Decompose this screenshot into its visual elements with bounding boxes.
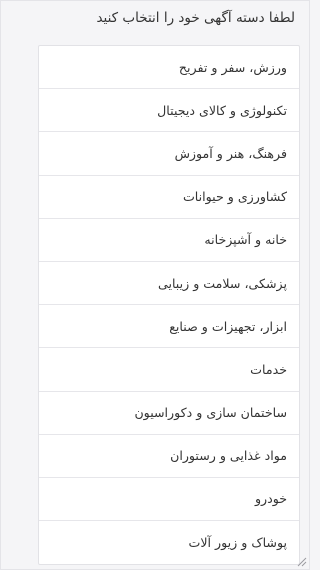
category-label: خانه و آشپزخانه bbox=[204, 232, 287, 248]
page-title: لطفا دسته آگهی خود را انتخاب کنید bbox=[96, 10, 295, 26]
category-item-medical-health-beauty[interactable]: پزشکی، سلامت و زیبایی bbox=[39, 262, 299, 306]
category-label: فرهنگ، هنر و آموزش bbox=[174, 145, 287, 161]
category-item-home-kitchen[interactable]: خانه و آشپزخانه bbox=[39, 219, 299, 262]
category-item-food-restaurant[interactable]: مواد غذایی و رستوران bbox=[39, 435, 299, 478]
category-label: کشاورزی و حیوانات bbox=[182, 189, 287, 205]
category-item-culture-art-education[interactable]: فرهنگ، هنر و آموزش bbox=[39, 132, 299, 176]
category-label: ساختمان سازی و دکوراسیون bbox=[134, 405, 287, 421]
category-item-services[interactable]: خدمات bbox=[39, 348, 299, 392]
category-label: ورزش، سفر و تفریح bbox=[178, 59, 287, 75]
category-item-technology[interactable]: تکنولوژی و کالای دیجیتال bbox=[39, 89, 299, 133]
category-label: خدمات bbox=[250, 361, 287, 377]
category-label: تکنولوژی و کالای دیجیتال bbox=[157, 102, 287, 118]
category-label: پوشاک و زیور آلات bbox=[188, 535, 287, 551]
category-label: ابزار، تجهیزات و صنایع bbox=[169, 318, 287, 334]
category-item-sports-travel[interactable]: ورزش، سفر و تفریح bbox=[39, 46, 299, 90]
category-item-clothing-jewelry[interactable]: پوشاک و زیور آلات bbox=[39, 521, 299, 564]
category-label: مواد غذایی و رستوران bbox=[170, 448, 287, 464]
category-item-tools-equipment-industry[interactable]: ابزار، تجهیزات و صنایع bbox=[39, 305, 299, 349]
category-item-vehicles[interactable]: خودرو bbox=[39, 478, 299, 522]
category-item-agriculture-animals[interactable]: کشاورزی و حیوانات bbox=[39, 176, 299, 219]
category-label: خودرو bbox=[254, 491, 287, 507]
category-item-construction-decoration[interactable]: ساختمان سازی و دکوراسیون bbox=[39, 392, 299, 435]
category-label: پزشکی، سلامت و زیبایی bbox=[157, 275, 287, 291]
resize-grip-icon[interactable] bbox=[296, 556, 307, 567]
category-picker-panel: لطفا دسته آگهی خود را انتخاب کنید ورزش، … bbox=[0, 0, 310, 570]
category-list: ورزش، سفر و تفریح تکنولوژی و کالای دیجیت… bbox=[38, 45, 300, 566]
